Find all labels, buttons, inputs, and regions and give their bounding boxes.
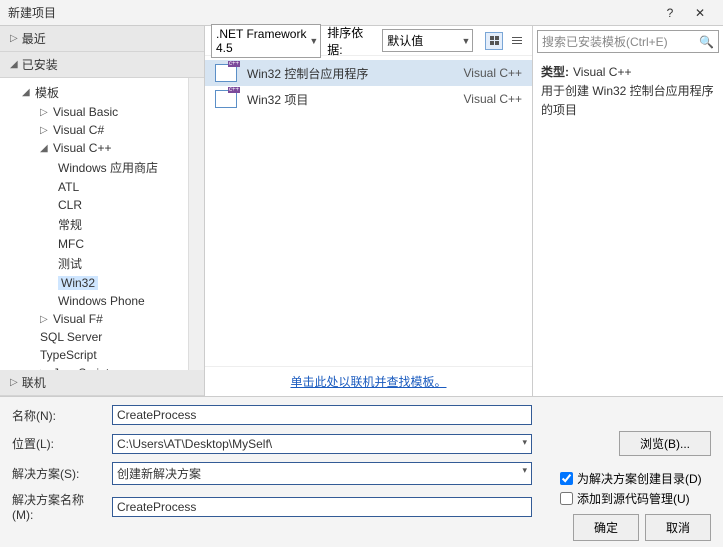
left-panel: ▷最近 ◢已安装 ◢模板 ▷Visual Basic ▷Visual C# ◢V… xyxy=(0,26,205,396)
chevron-right-icon: ▷ xyxy=(10,33,18,44)
center-panel: .NET Framework 4.5▼ 排序依据: 默认值▼ Win32 控制台… xyxy=(205,26,533,396)
tree-store[interactable]: Windows 应用商店 xyxy=(0,157,204,178)
solution-label: 解决方案(S): xyxy=(12,465,102,482)
tree-fs[interactable]: ▷Visual F# xyxy=(0,310,204,328)
type-value: Visual C++ xyxy=(573,65,631,79)
tree-wp[interactable]: Windows Phone xyxy=(0,292,204,310)
search-icon: 🔍 xyxy=(699,35,714,49)
location-combo[interactable]: C:\Users\AT\Desktop\MySelf\▾ xyxy=(112,434,532,454)
tree-general[interactable]: 常规 xyxy=(0,214,204,235)
bottom-form: 名称(N): CreateProcess 位置(L): C:\Users\AT\… xyxy=(0,396,723,514)
template-row[interactable]: Win32 控制台应用程序 Visual C++ xyxy=(205,60,532,86)
tree-clr[interactable]: CLR xyxy=(0,196,204,214)
template-tree: ◢模板 ▷Visual Basic ▷Visual C# ◢Visual C++… xyxy=(0,78,204,370)
create-dir-checkbox[interactable]: 为解决方案创建目录(D) xyxy=(560,470,711,487)
name-input[interactable]: CreateProcess xyxy=(112,405,532,425)
chevron-right-icon: ▷ xyxy=(40,107,50,118)
tree-cs[interactable]: ▷Visual C# xyxy=(0,121,204,139)
chevron-right-icon: ▷ xyxy=(40,368,50,371)
tree-cpp[interactable]: ◢Visual C++ xyxy=(0,139,204,157)
help-button[interactable]: ? xyxy=(655,6,685,20)
window-title: 新建项目 xyxy=(8,4,655,21)
template-name: Win32 控制台应用程序 xyxy=(247,65,454,82)
titlebar: 新建项目 ? ✕ xyxy=(0,0,723,26)
template-group: Visual C++ xyxy=(464,66,522,80)
ok-button[interactable]: 确定 xyxy=(573,514,639,541)
tree-sql[interactable]: SQL Server xyxy=(0,328,204,346)
list-view-icon[interactable] xyxy=(509,32,526,50)
sort-combo[interactable]: 默认值▼ xyxy=(382,29,473,52)
scrollbar-thumb[interactable] xyxy=(191,82,202,142)
template-name: Win32 项目 xyxy=(247,91,454,108)
chevron-right-icon: ▷ xyxy=(40,125,50,136)
tree-test[interactable]: 测试 xyxy=(0,253,204,274)
sort-label: 排序依据: xyxy=(327,24,376,58)
source-control-checkbox[interactable]: 添加到源代码管理(U) xyxy=(560,490,711,507)
template-group: Visual C++ xyxy=(464,92,522,106)
online-link[interactable]: 单击此处以联机并查找模板。 xyxy=(290,375,446,389)
toolbar: .NET Framework 4.5▼ 排序依据: 默认值▼ xyxy=(205,26,532,56)
close-button[interactable]: ✕ xyxy=(685,6,715,20)
online-link-bar: 单击此处以联机并查找模板。 xyxy=(205,366,532,396)
template-row[interactable]: Win32 项目 Visual C++ xyxy=(205,86,532,112)
desc-text: 用于创建 Win32 控制台应用程序的项目 xyxy=(541,82,715,120)
installed-header[interactable]: ◢已安装 xyxy=(0,52,204,78)
type-label: 类型: xyxy=(541,65,569,79)
cancel-button[interactable]: 取消 xyxy=(645,514,711,541)
search-input[interactable]: 搜索已安装模板(Ctrl+E)🔍 xyxy=(537,30,719,53)
chevron-down-icon: ◢ xyxy=(22,87,32,98)
cpp-project-icon xyxy=(215,64,237,82)
solutionname-label: 解决方案名称(M): xyxy=(12,491,102,522)
tree-mfc[interactable]: MFC xyxy=(0,235,204,253)
recent-header[interactable]: ▷最近 xyxy=(0,26,204,52)
name-label: 名称(N): xyxy=(12,407,102,424)
chevron-right-icon: ▷ xyxy=(10,377,18,388)
chevron-right-icon: ▷ xyxy=(40,314,50,325)
tree-templates[interactable]: ◢模板 xyxy=(0,82,204,103)
solution-combo[interactable]: 创建新解决方案▾ xyxy=(112,462,532,485)
tree-ts[interactable]: TypeScript xyxy=(0,346,204,364)
chevron-down-icon: ▾ xyxy=(522,437,527,448)
chevron-down-icon: ◢ xyxy=(10,59,18,70)
tree-atl[interactable]: ATL xyxy=(0,178,204,196)
template-list: Win32 控制台应用程序 Visual C++ Win32 项目 Visual… xyxy=(205,56,532,366)
cpp-project-icon xyxy=(215,90,237,108)
grid-view-icon[interactable] xyxy=(485,32,502,50)
right-panel: 搜索已安装模板(Ctrl+E)🔍 类型: Visual C++ 用于创建 Win3… xyxy=(533,26,723,396)
location-label: 位置(L): xyxy=(12,435,102,452)
dialog-buttons: 确定 取消 xyxy=(0,514,723,547)
chevron-down-icon: ▼ xyxy=(309,36,318,46)
chevron-down-icon: ▼ xyxy=(462,36,471,46)
tree-js[interactable]: ▷JavaScript xyxy=(0,364,204,370)
tree-win32[interactable]: Win32 xyxy=(0,274,204,292)
chevron-down-icon: ▾ xyxy=(522,465,527,476)
browse-button[interactable]: 浏览(B)... xyxy=(619,431,711,456)
template-description: 类型: Visual C++ 用于创建 Win32 控制台应用程序的项目 xyxy=(533,57,723,127)
tree-vb[interactable]: ▷Visual Basic xyxy=(0,103,204,121)
chevron-down-icon: ◢ xyxy=(40,143,50,154)
online-header[interactable]: ▷联机 xyxy=(0,370,204,396)
framework-combo[interactable]: .NET Framework 4.5▼ xyxy=(211,24,321,58)
